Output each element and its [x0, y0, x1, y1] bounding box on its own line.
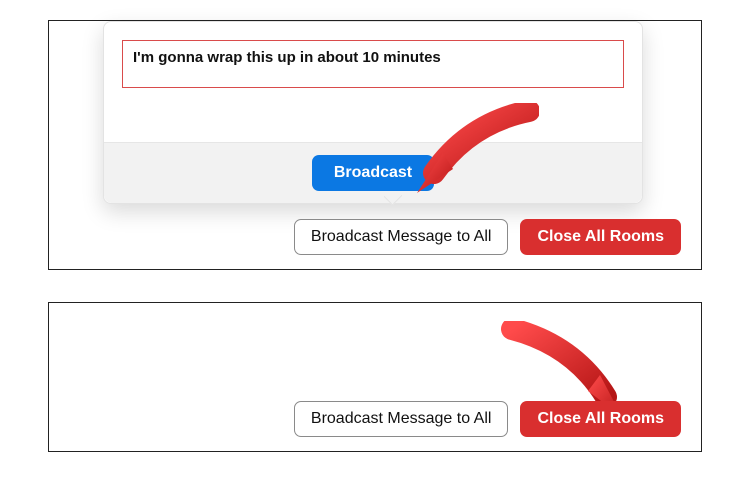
close-all-rooms-button[interactable]: Close All Rooms	[520, 219, 681, 255]
close-all-rooms-button[interactable]: Close All Rooms	[520, 401, 681, 437]
button-row: Broadcast Message to All Close All Rooms	[294, 401, 681, 437]
popover-footer: Broadcast	[104, 142, 642, 203]
button-row: Broadcast Message to All Close All Rooms	[294, 219, 681, 255]
broadcast-button[interactable]: Broadcast	[312, 155, 434, 191]
broadcast-message-to-all-button[interactable]: Broadcast Message to All	[294, 219, 509, 255]
example-panel-close-rooms: Broadcast Message to All Close All Rooms	[48, 302, 702, 452]
popover-caret	[384, 194, 402, 212]
broadcast-popover: I'm gonna wrap this up in about 10 minut…	[103, 21, 643, 204]
broadcast-message-input[interactable]: I'm gonna wrap this up in about 10 minut…	[122, 40, 624, 88]
broadcast-message-to-all-button[interactable]: Broadcast Message to All	[294, 401, 509, 437]
popover-body: I'm gonna wrap this up in about 10 minut…	[104, 22, 642, 142]
example-panel-broadcast: I'm gonna wrap this up in about 10 minut…	[48, 20, 702, 270]
